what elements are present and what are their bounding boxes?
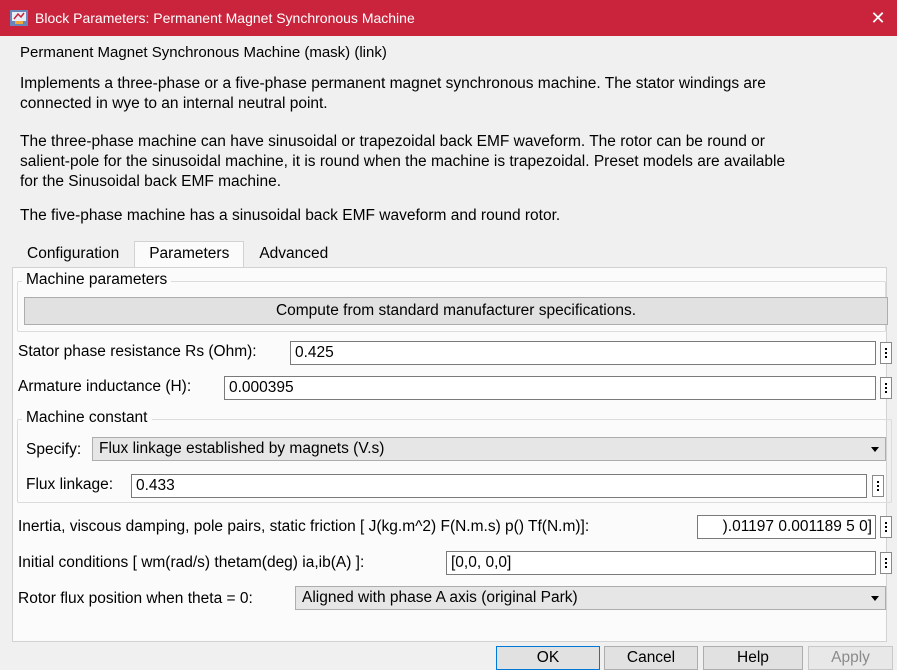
specify-value: Flux linkage established by magnets (V.s… xyxy=(99,440,385,457)
ellipsis-vertical-icon[interactable] xyxy=(872,475,884,497)
ellipsis-vertical-icon[interactable] xyxy=(880,342,892,364)
ellipsis-vertical-icon[interactable] xyxy=(880,516,892,538)
simulink-block-icon xyxy=(10,10,28,26)
title-bar: Block Parameters: Permanent Magnet Synch… xyxy=(0,0,897,36)
description-line: salient-pole for the sinusoidal machine,… xyxy=(20,153,786,170)
specify-dropdown[interactable]: Flux linkage established by magnets (V.s… xyxy=(92,437,886,461)
description-paragraph-2: The three-phase machine can have sinusoi… xyxy=(20,132,885,192)
cancel-button[interactable]: Cancel xyxy=(604,646,698,670)
window-title: Block Parameters: Permanent Magnet Synch… xyxy=(35,10,415,26)
tab-configuration[interactable]: Configuration xyxy=(12,241,134,269)
inertia-input[interactable]: ).01197 0.001189 5 0] xyxy=(697,515,876,539)
description-line: The three-phase machine can have sinusoi… xyxy=(20,133,765,150)
machine-parameters-legend: Machine parameters xyxy=(22,271,172,289)
initial-conditions-input[interactable]: [0,0, 0,0] xyxy=(446,551,876,575)
armature-inductance-input[interactable]: 0.000395 xyxy=(224,376,876,400)
mask-title: Permanent Magnet Synchronous Machine (ma… xyxy=(20,44,387,61)
chevron-down-icon xyxy=(871,447,879,452)
description-line: Implements a three-phase or a five-phase… xyxy=(20,75,766,92)
ok-button[interactable]: OK xyxy=(496,646,600,670)
ellipsis-vertical-icon[interactable] xyxy=(880,377,892,399)
tab-parameters[interactable]: Parameters xyxy=(134,241,245,269)
description-line: connected in wye to an internal neutral … xyxy=(20,95,328,112)
tab-advanced[interactable]: Advanced xyxy=(244,241,343,269)
stator-resistance-input[interactable]: 0.425 xyxy=(290,341,876,365)
flux-linkage-input[interactable]: 0.433 xyxy=(131,474,867,498)
machine-constant-legend: Machine constant xyxy=(22,409,152,427)
tab-bar: Configuration Parameters Advanced xyxy=(12,241,343,269)
description-line: The five-phase machine has a sinusoidal … xyxy=(20,207,561,224)
initial-conditions-label: Initial conditions [ wm(rad/s) thetam(de… xyxy=(18,554,365,571)
rotor-flux-position-dropdown[interactable]: Aligned with phase A axis (original Park… xyxy=(295,586,886,610)
inertia-label: Inertia, viscous damping, pole pairs, st… xyxy=(18,518,590,535)
specify-label: Specify: xyxy=(26,441,82,458)
chevron-down-icon xyxy=(871,596,879,601)
armature-inductance-label: Armature inductance (H): xyxy=(18,378,192,395)
close-icon[interactable]: ✕ xyxy=(867,7,889,29)
description-line: for the Sinusoidal back EMF machine. xyxy=(20,173,282,190)
flux-linkage-label: Flux linkage: xyxy=(26,476,114,493)
description-paragraph-1: Implements a three-phase or a five-phase… xyxy=(20,74,885,114)
stator-resistance-label: Stator phase resistance Rs (Ohm): xyxy=(18,343,257,360)
apply-button[interactable]: Apply xyxy=(808,646,893,670)
rotor-flux-position-label: Rotor flux position when theta = 0: xyxy=(18,590,253,607)
ellipsis-vertical-icon[interactable] xyxy=(880,552,892,574)
rotor-flux-position-value: Aligned with phase A axis (original Park… xyxy=(302,589,578,606)
description-paragraph-3: The five-phase machine has a sinusoidal … xyxy=(20,206,885,226)
compute-from-specs-button[interactable]: Compute from standard manufacturer speci… xyxy=(24,297,888,325)
help-button[interactable]: Help xyxy=(703,646,803,670)
